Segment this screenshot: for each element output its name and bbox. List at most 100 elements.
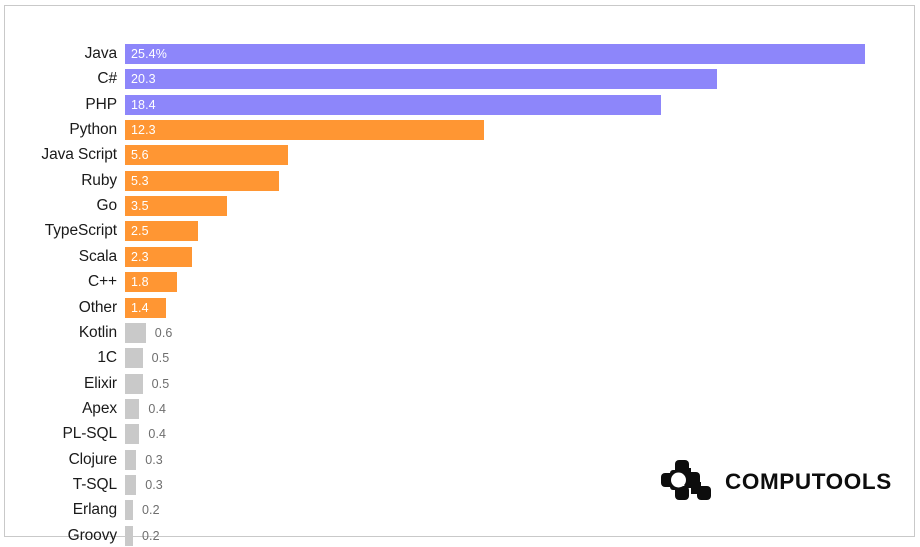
bar-value-label: 0.3: [145, 477, 163, 492]
chart-row: Kotlin 0.6: [5, 322, 914, 343]
bar-value-label: 1.4: [131, 300, 149, 315]
chart-row: Other 1.4: [5, 297, 914, 318]
bar-value-label: 18.4: [131, 97, 156, 112]
bar-value-label: 0.4: [148, 401, 167, 416]
category-label: TypeScript: [44, 222, 117, 240]
category-label: Python: [69, 121, 117, 139]
bar: 18.4: [125, 94, 662, 115]
bar: 5.6: [125, 145, 289, 166]
bar: 2.5: [125, 221, 198, 242]
bar-container: 20.3: [125, 69, 717, 90]
chart-row: Groovy 0.2: [5, 525, 914, 546]
bar-value-label: 2.5: [131, 224, 149, 239]
bar: [125, 525, 133, 546]
bar-container: 2.5: [125, 221, 198, 242]
molecule-logo-icon: [661, 460, 711, 500]
bar-container: 0.5: [125, 348, 170, 369]
chart-row: 1C 0.5: [5, 348, 914, 369]
bar: [125, 398, 140, 419]
bar-container: 3.5: [125, 196, 228, 217]
bar-value-label: 12.3: [131, 123, 156, 138]
bar-container: 0.2: [125, 525, 160, 546]
bar: 25.4%: [125, 44, 866, 64]
bar-value-label: 1.8: [131, 275, 149, 290]
chart-screenshot: Java 25.4% C# 20.3 PHP 18.4 Python 12.3 Java Scr…: [0, 0, 920, 547]
bar: [125, 322, 146, 343]
category-label: C++: [88, 273, 117, 291]
chart-row: TypeScript 2.5: [5, 221, 914, 242]
bar: 3.5: [125, 196, 228, 217]
bar: [125, 500, 133, 521]
chart-row: C++ 1.8: [5, 272, 914, 293]
bar-container: 18.4: [125, 94, 662, 115]
category-label: Ruby: [81, 171, 117, 189]
bar-value-label: 2.3: [131, 249, 149, 264]
bar-container: 0.3: [125, 449, 163, 470]
bar-value-label: 0.5: [151, 376, 170, 391]
bar-container: 0.4: [125, 424, 167, 445]
category-label: T-SQL: [72, 475, 117, 493]
chart-row: PHP 18.4: [5, 94, 914, 115]
chart-row: Scala 2.3: [5, 246, 914, 267]
chart-row: Java 25.4%: [5, 44, 914, 64]
bar-container: 5.3: [125, 170, 280, 191]
category-label: 1C: [97, 349, 117, 367]
category-label: Java Script: [41, 146, 117, 164]
bar-container: 12.3: [125, 120, 484, 141]
category-label: PL-SQL: [62, 425, 117, 443]
chart-row: C# 20.3: [5, 69, 914, 90]
bar-container: 0.5: [125, 373, 170, 394]
category-label: Scala: [78, 247, 117, 265]
chart-row: Go 3.5: [5, 196, 914, 217]
category-label: Kotlin: [78, 323, 117, 341]
bar-value-label: 3.5: [131, 199, 149, 214]
bar: 1.8: [125, 272, 178, 293]
bar-container: 0.6: [125, 322, 173, 343]
bar-value-label: 25.4%: [131, 47, 167, 61]
bar: [125, 424, 140, 445]
chart-row: Python 12.3: [5, 120, 914, 141]
chart-row: PL-SQL 0.4: [5, 424, 914, 445]
bar-container: 1.8: [125, 272, 178, 293]
chart-row: Ruby 5.3: [5, 170, 914, 191]
category-label: Other: [78, 298, 117, 316]
bar-container: 0.2: [125, 500, 160, 521]
bar-value-label: 5.3: [131, 173, 149, 188]
logo-wordmark: COMPUTOOLS: [725, 468, 892, 494]
category-label: Elixir: [84, 374, 117, 392]
bar-value-label: 0.3: [145, 452, 163, 467]
category-label: Java: [84, 45, 117, 62]
bar-value-label: 5.6: [131, 148, 149, 163]
bar: 12.3: [125, 120, 484, 141]
bar: [125, 474, 137, 495]
bar: 20.3: [125, 69, 717, 90]
chart-row: Java Script 5.6: [5, 145, 914, 166]
bar-container: 25.4%: [125, 44, 866, 64]
bar: [125, 449, 137, 470]
category-label: PHP: [85, 95, 117, 113]
bar-value-label: 0.4: [148, 427, 167, 442]
computools-logo: COMPUTOOLS: [661, 458, 891, 506]
category-label: Go: [96, 197, 118, 215]
bar-value-label: 0.5: [151, 351, 170, 366]
bar-value-label: 0.2: [142, 503, 160, 518]
bar: 2.3: [125, 246, 193, 267]
category-label: C#: [97, 70, 117, 88]
bar-container: 2.3: [125, 246, 193, 267]
bar: 5.3: [125, 170, 280, 191]
bar-chart-plot: Java 25.4% C# 20.3 PHP 18.4 Python 12.3 Java Scr…: [5, 6, 914, 546]
bar: [125, 373, 143, 394]
bar-value-label: 20.3: [131, 72, 156, 87]
category-label: Groovy: [67, 526, 117, 544]
category-label: Clojure: [68, 450, 118, 468]
bar-container: 0.3: [125, 474, 163, 495]
bar-value-label: 0.6: [154, 325, 173, 340]
category-label: Apex: [82, 399, 117, 417]
chart-row: Apex 0.4: [5, 398, 914, 419]
bar: [125, 348, 143, 369]
bar-container: 0.4: [125, 398, 167, 419]
bar-container: 5.6: [125, 145, 289, 166]
category-label: Erlang: [72, 501, 117, 519]
bar-value-label: 0.2: [142, 528, 160, 543]
bar: 1.4: [125, 297, 166, 318]
